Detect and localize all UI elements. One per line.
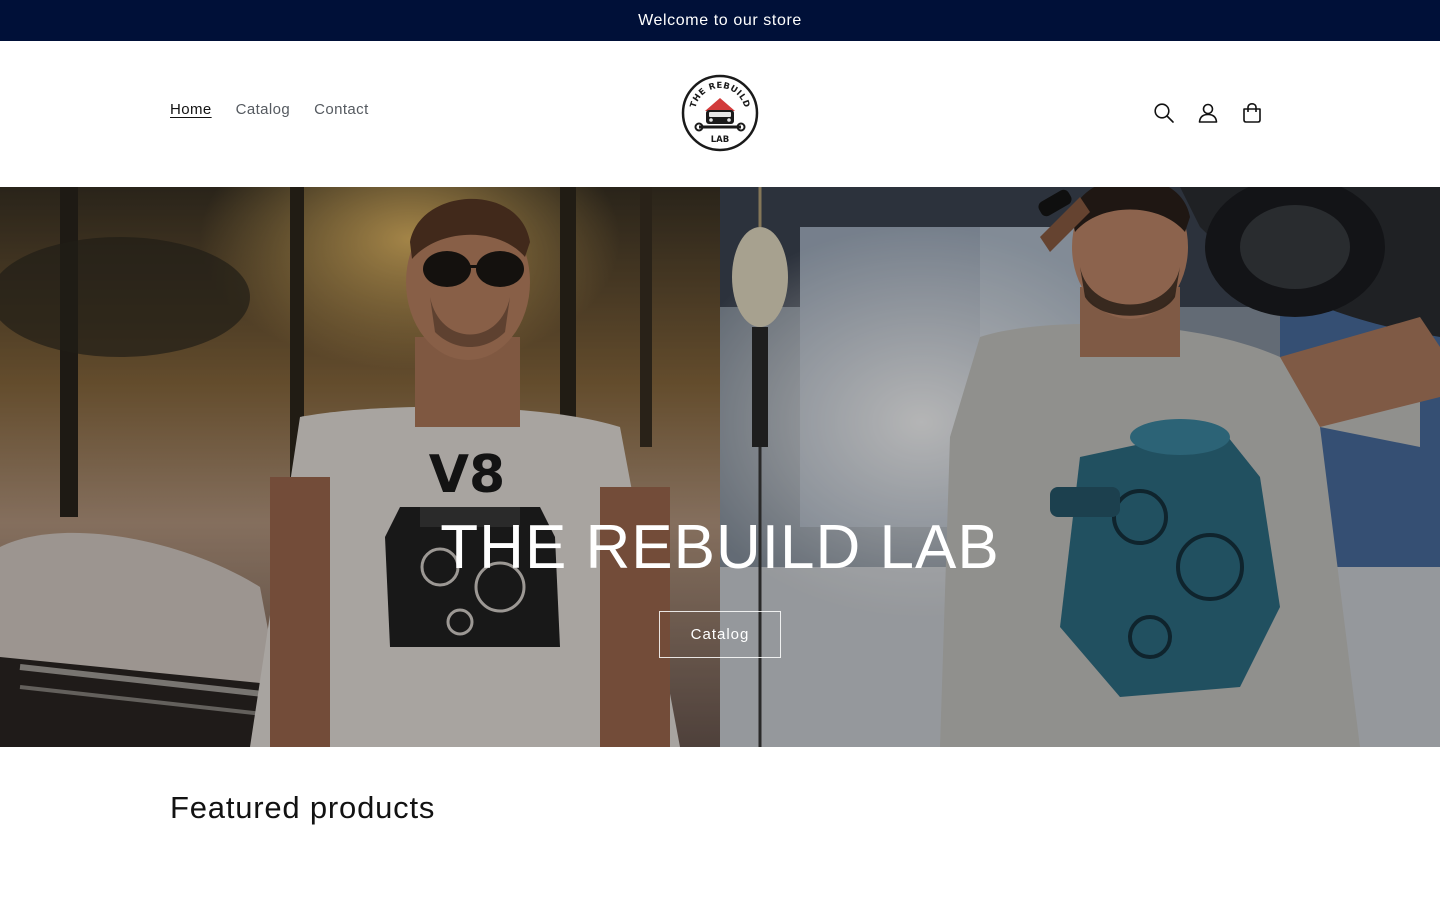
search-icon (1154, 103, 1174, 123)
nav-catalog-link[interactable]: Catalog (224, 101, 303, 118)
search-button[interactable] (1142, 91, 1186, 135)
account-icon (1198, 103, 1218, 123)
main-nav: Home Catalog Contact (158, 101, 381, 118)
featured-products-heading: Featured products (170, 790, 436, 825)
announcement-bar: Welcome to our store (0, 0, 1440, 41)
hero-title: THE REBUILD LAB (440, 513, 1000, 582)
announcement-text: Welcome to our store (638, 11, 802, 29)
hero-catalog-button[interactable]: Catalog (659, 611, 781, 658)
nav-home-link[interactable]: Home (158, 101, 224, 118)
hero-banner: V8 THE REBUILD LAB Catalog (0, 187, 1440, 747)
header-icons (1142, 91, 1274, 135)
site-header: Home Catalog Contact THE REBUILD LAB (0, 41, 1440, 187)
store-logo[interactable]: THE REBUILD LAB (681, 74, 759, 152)
account-button[interactable] (1186, 91, 1230, 135)
cart-icon (1243, 102, 1261, 123)
cart-button[interactable] (1230, 91, 1274, 135)
hero-overlay (0, 187, 1440, 747)
nav-contact-link[interactable]: Contact (302, 101, 381, 118)
svg-text:LAB: LAB (711, 135, 729, 145)
